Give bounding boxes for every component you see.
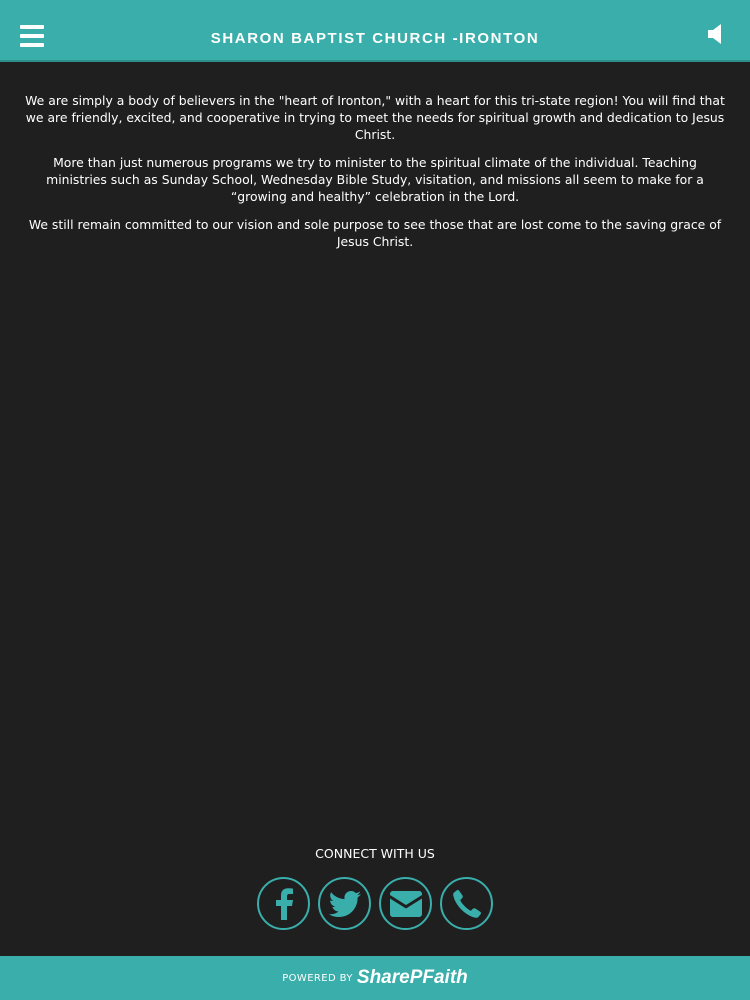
about-paragraph: We are simply a body of believers in the…: [25, 93, 725, 142]
connect-label: CONNECT WITH US: [315, 846, 435, 861]
phone-button[interactable]: [440, 877, 493, 930]
powered-by-label: POWERED BY: [282, 972, 353, 984]
brand-logo[interactable]: SharePFaith: [357, 967, 468, 989]
about-paragraph: More than just numerous programs we try …: [46, 155, 704, 204]
facebook-button[interactable]: [257, 877, 310, 930]
top-bar: SHARON BAPTIST CHURCH -IRONTON: [0, 0, 750, 62]
email-button[interactable]: [379, 877, 432, 930]
facebook-icon: [275, 887, 293, 920]
speaker-icon[interactable]: [705, 22, 729, 46]
footer: POWERED BY SharePFaith: [0, 956, 750, 1000]
phone-icon: [452, 889, 481, 918]
page-title: SHARON BAPTIST CHURCH -IRONTON: [210, 30, 540, 47]
about-content: We are simply a body of believers in the…: [22, 92, 728, 261]
twitter-button[interactable]: [318, 877, 371, 930]
twitter-icon: [328, 890, 361, 917]
email-icon: [389, 890, 422, 917]
social-links: [0, 877, 750, 930]
about-paragraph: We still remain committed to our vision …: [28, 217, 722, 249]
